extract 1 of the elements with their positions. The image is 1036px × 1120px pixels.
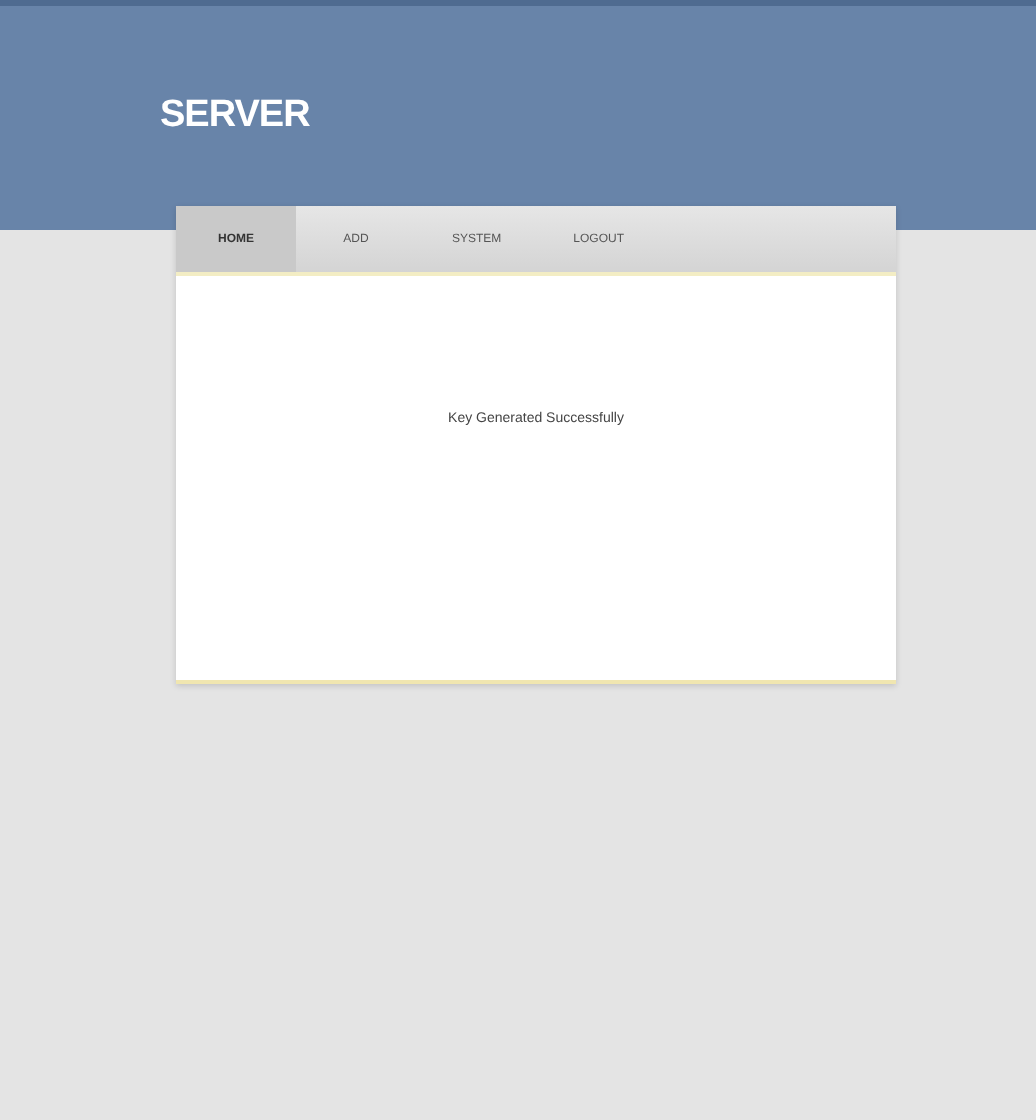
app-title: SERVER (160, 94, 312, 138)
